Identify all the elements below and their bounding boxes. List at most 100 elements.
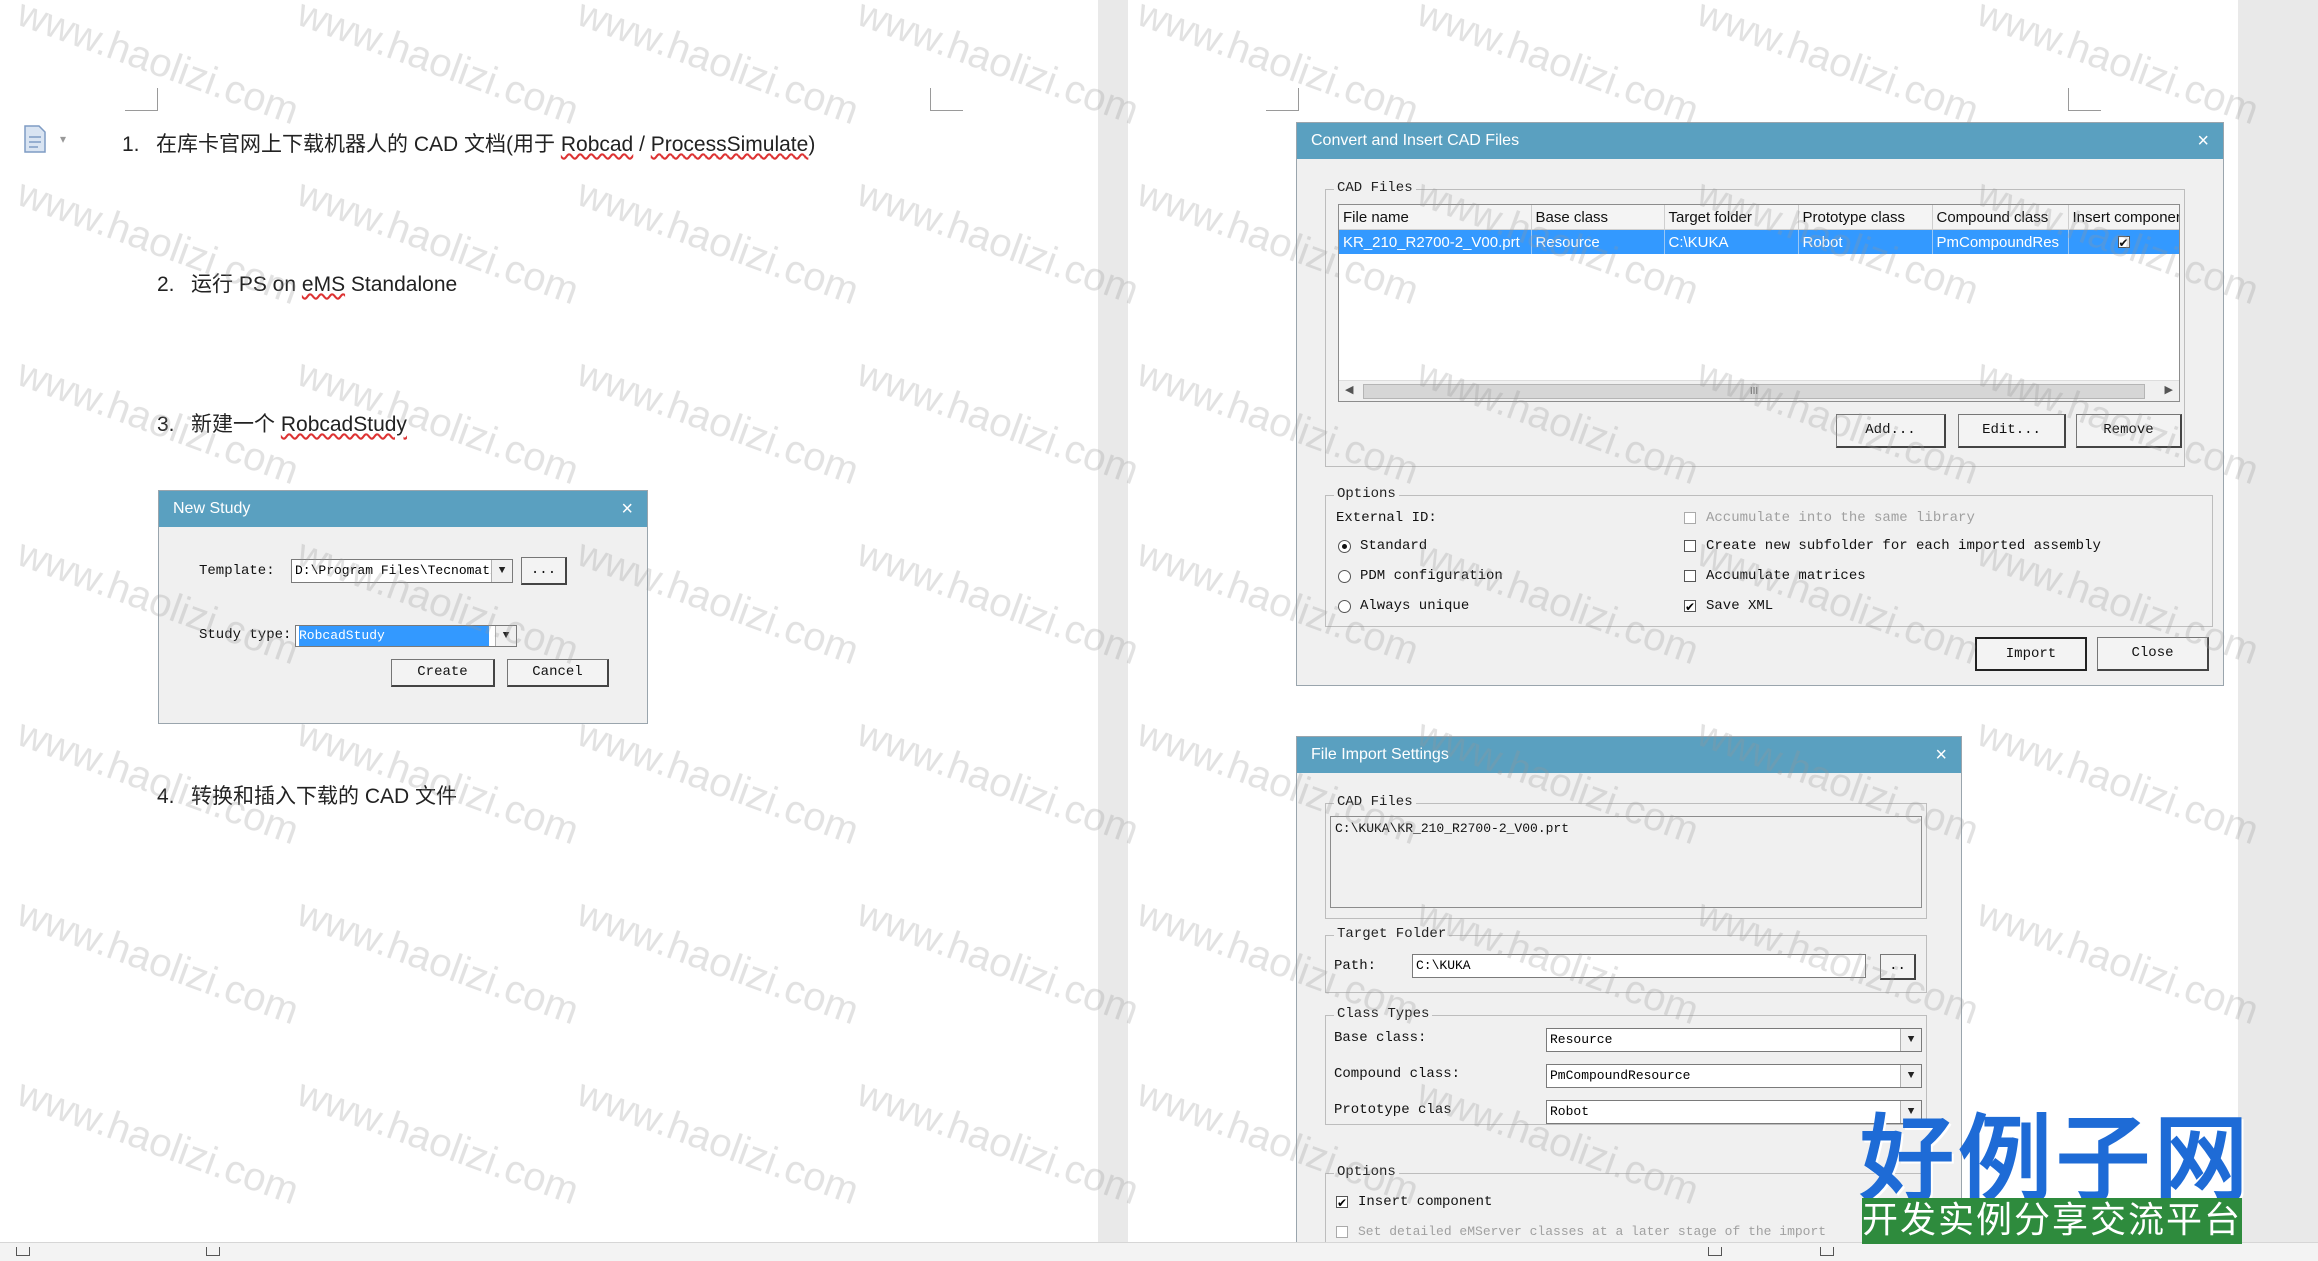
cad-file-path: C:\KUKA\KR_210_R2700-2_V00.prt [1335, 821, 1570, 836]
site-logo-tagline: 开发实例分享交流平台 [1862, 1198, 2242, 1244]
step-4: 4. 转换和插入下载的 CAD 文件 [157, 785, 458, 808]
page-view-icon[interactable] [1820, 1247, 1834, 1256]
cell-base-class[interactable]: Resource [1531, 229, 1665, 254]
save-xml-label: Save XML [1706, 598, 1774, 614]
template-label: Template: [199, 563, 275, 579]
group-title: Target Folder [1334, 926, 1450, 942]
always-unique-label: Always unique [1360, 598, 1470, 614]
cancel-button[interactable]: Cancel [507, 659, 609, 687]
horizontal-scrollbar[interactable]: ◀ III ▶ [1339, 380, 2179, 401]
cad-files-list[interactable]: C:\KUKA\KR_210_R2700-2_V00.prt [1330, 816, 1922, 908]
path-input[interactable]: C:\KUKA [1412, 954, 1866, 978]
group-title: Options [1334, 1164, 1399, 1180]
browse-button[interactable]: .. [1880, 954, 1916, 980]
scroll-left-icon[interactable]: ◀ [1345, 383, 1353, 396]
cell-prototype-class[interactable]: Robot [1798, 229, 1933, 254]
insert-component-checkbox[interactable]: ✔ [1336, 1196, 1348, 1209]
close-icon[interactable]: × [2197, 123, 2209, 159]
column-header[interactable]: Compound class [1932, 205, 2069, 230]
column-header[interactable]: Prototype class [1798, 205, 1933, 230]
page-view-icon[interactable] [1708, 1247, 1722, 1256]
table-header-row: File name Base class Target folder Proto… [1339, 205, 2179, 230]
set-detailed-label: Set detailed eMServer classes at a later… [1358, 1224, 1827, 1239]
target-folder-group: Target Folder Path: C:\KUKA .. [1325, 926, 1927, 993]
cell-insert-component[interactable]: ✔ [2068, 229, 2179, 254]
create-subfolder-checkbox[interactable] [1684, 540, 1696, 552]
standard-radio-label: Standard [1360, 538, 1428, 554]
scroll-right-icon[interactable]: ▶ [2165, 383, 2173, 396]
dialog-title-bar: File Import Settings × [1297, 737, 1961, 773]
options-group: Options ✔ Insert component Set detailed … [1325, 1164, 1927, 1242]
compound-class-label: Compound class: [1334, 1066, 1461, 1082]
right-document-page: Convert and Insert CAD Files × CAD Files… [1128, 0, 2238, 1242]
pdm-configuration-radio[interactable] [1338, 570, 1351, 583]
group-title: Options [1334, 486, 1399, 502]
study-type-value: RobcadStudy [299, 626, 489, 646]
close-icon[interactable]: × [1935, 737, 1947, 773]
compound-class-value: PmCompoundResource [1550, 1068, 1691, 1083]
base-class-label: Base class: [1334, 1030, 1427, 1046]
cad-files-group: CAD Files C:\KUKA\KR_210_R2700-2_V00.prt [1325, 794, 1927, 919]
set-detailed-checkbox[interactable] [1336, 1226, 1348, 1238]
insert-component-checkbox[interactable]: ✔ [2117, 235, 2130, 249]
import-button[interactable]: Import [1975, 637, 2087, 671]
base-class-select[interactable]: Resource ▼ [1546, 1028, 1922, 1052]
step-3: 3. 新建一个 RobcadStudy [157, 413, 407, 436]
dialog-title: File Import Settings [1311, 746, 1449, 763]
dialog-title: Convert and Insert CAD Files [1311, 132, 1520, 149]
table-row[interactable]: KR_210_R2700-2_V00.prt Resource C:\KUKA … [1339, 229, 2179, 254]
study-type-select[interactable]: RobcadStudy ▼ [295, 625, 517, 647]
crop-mark [930, 88, 963, 111]
scroll-grip: III [1749, 386, 1759, 397]
close-button[interactable]: Close [2097, 637, 2209, 671]
document-icon[interactable] [22, 124, 48, 154]
left-document-page: ▾ 1. 在库卡官网上下载机器人的 CAD 文档(用于 Robcad / Proc… [0, 0, 1098, 1242]
base-class-value: Resource [1550, 1032, 1613, 1047]
standard-radio[interactable] [1338, 540, 1351, 553]
browse-button[interactable]: ... [521, 557, 567, 585]
convert-insert-cad-dialog: Convert and Insert CAD Files × CAD Files… [1296, 122, 2224, 686]
group-title: Class Types [1334, 1006, 1433, 1022]
close-icon[interactable]: × [621, 491, 633, 527]
cell-compound-class[interactable]: PmCompoundRes [1932, 229, 2069, 254]
remove-button[interactable]: Remove [2076, 414, 2182, 448]
cad-files-group: CAD Files File name Base class Target fo… [1325, 180, 2185, 467]
step-2: 2. 运行 PS on eMS Standalone [157, 273, 458, 296]
page-view-icon[interactable] [206, 1247, 220, 1256]
crop-mark [1266, 88, 1299, 111]
cad-files-table: File name Base class Target folder Proto… [1338, 204, 2180, 402]
cell-target-folder[interactable]: C:\KUKA [1664, 229, 1799, 254]
edit-button[interactable]: Edit... [1958, 414, 2066, 448]
group-title: CAD Files [1334, 794, 1416, 810]
column-header[interactable]: File name [1339, 205, 1532, 230]
create-button[interactable]: Create [391, 659, 495, 687]
column-header[interactable]: Base class [1531, 205, 1665, 230]
chevron-down-icon[interactable]: ▼ [1900, 1029, 1921, 1051]
accumulate-library-checkbox[interactable] [1684, 512, 1696, 524]
create-subfolder-label: Create new subfolder for each imported a… [1706, 538, 2101, 554]
group-title: CAD Files [1334, 180, 1416, 196]
save-xml-checkbox[interactable]: ✔ [1684, 600, 1696, 613]
status-bar [0, 1242, 2318, 1261]
crop-mark [2068, 88, 2101, 111]
prototype-class-label: Prototype clas [1334, 1102, 1452, 1118]
study-type-label: Study type: [199, 627, 292, 643]
page-view-icon[interactable] [16, 1247, 30, 1256]
add-button[interactable]: Add... [1836, 414, 1946, 448]
chevron-down-icon[interactable]: ▼ [495, 626, 516, 646]
template-select[interactable]: D:\Program Files\Tecnomatix_ ▼ [291, 559, 513, 583]
class-types-group: Class Types Base class: Resource ▼ Compo… [1325, 1006, 1927, 1125]
chevron-down-icon[interactable]: ▾ [60, 132, 66, 146]
cell-file-name[interactable]: KR_210_R2700-2_V00.prt [1339, 229, 1532, 254]
accumulate-matrices-label: Accumulate matrices [1706, 568, 1866, 584]
scrollbar-thumb[interactable]: III [1363, 384, 2145, 399]
column-header[interactable]: Insert componer [2068, 205, 2179, 230]
accumulate-matrices-checkbox[interactable] [1684, 570, 1696, 582]
step-1: 1. 在库卡官网上下载机器人的 CAD 文档(用于 Robcad / Proces… [122, 133, 816, 156]
always-unique-radio[interactable] [1338, 600, 1351, 613]
external-id-label: External ID: [1336, 510, 1437, 526]
insert-component-label: Insert component [1358, 1194, 1493, 1210]
chevron-down-icon[interactable]: ▼ [491, 560, 512, 582]
column-header[interactable]: Target folder [1664, 205, 1799, 230]
pdm-configuration-label: PDM configuration [1360, 568, 1503, 584]
